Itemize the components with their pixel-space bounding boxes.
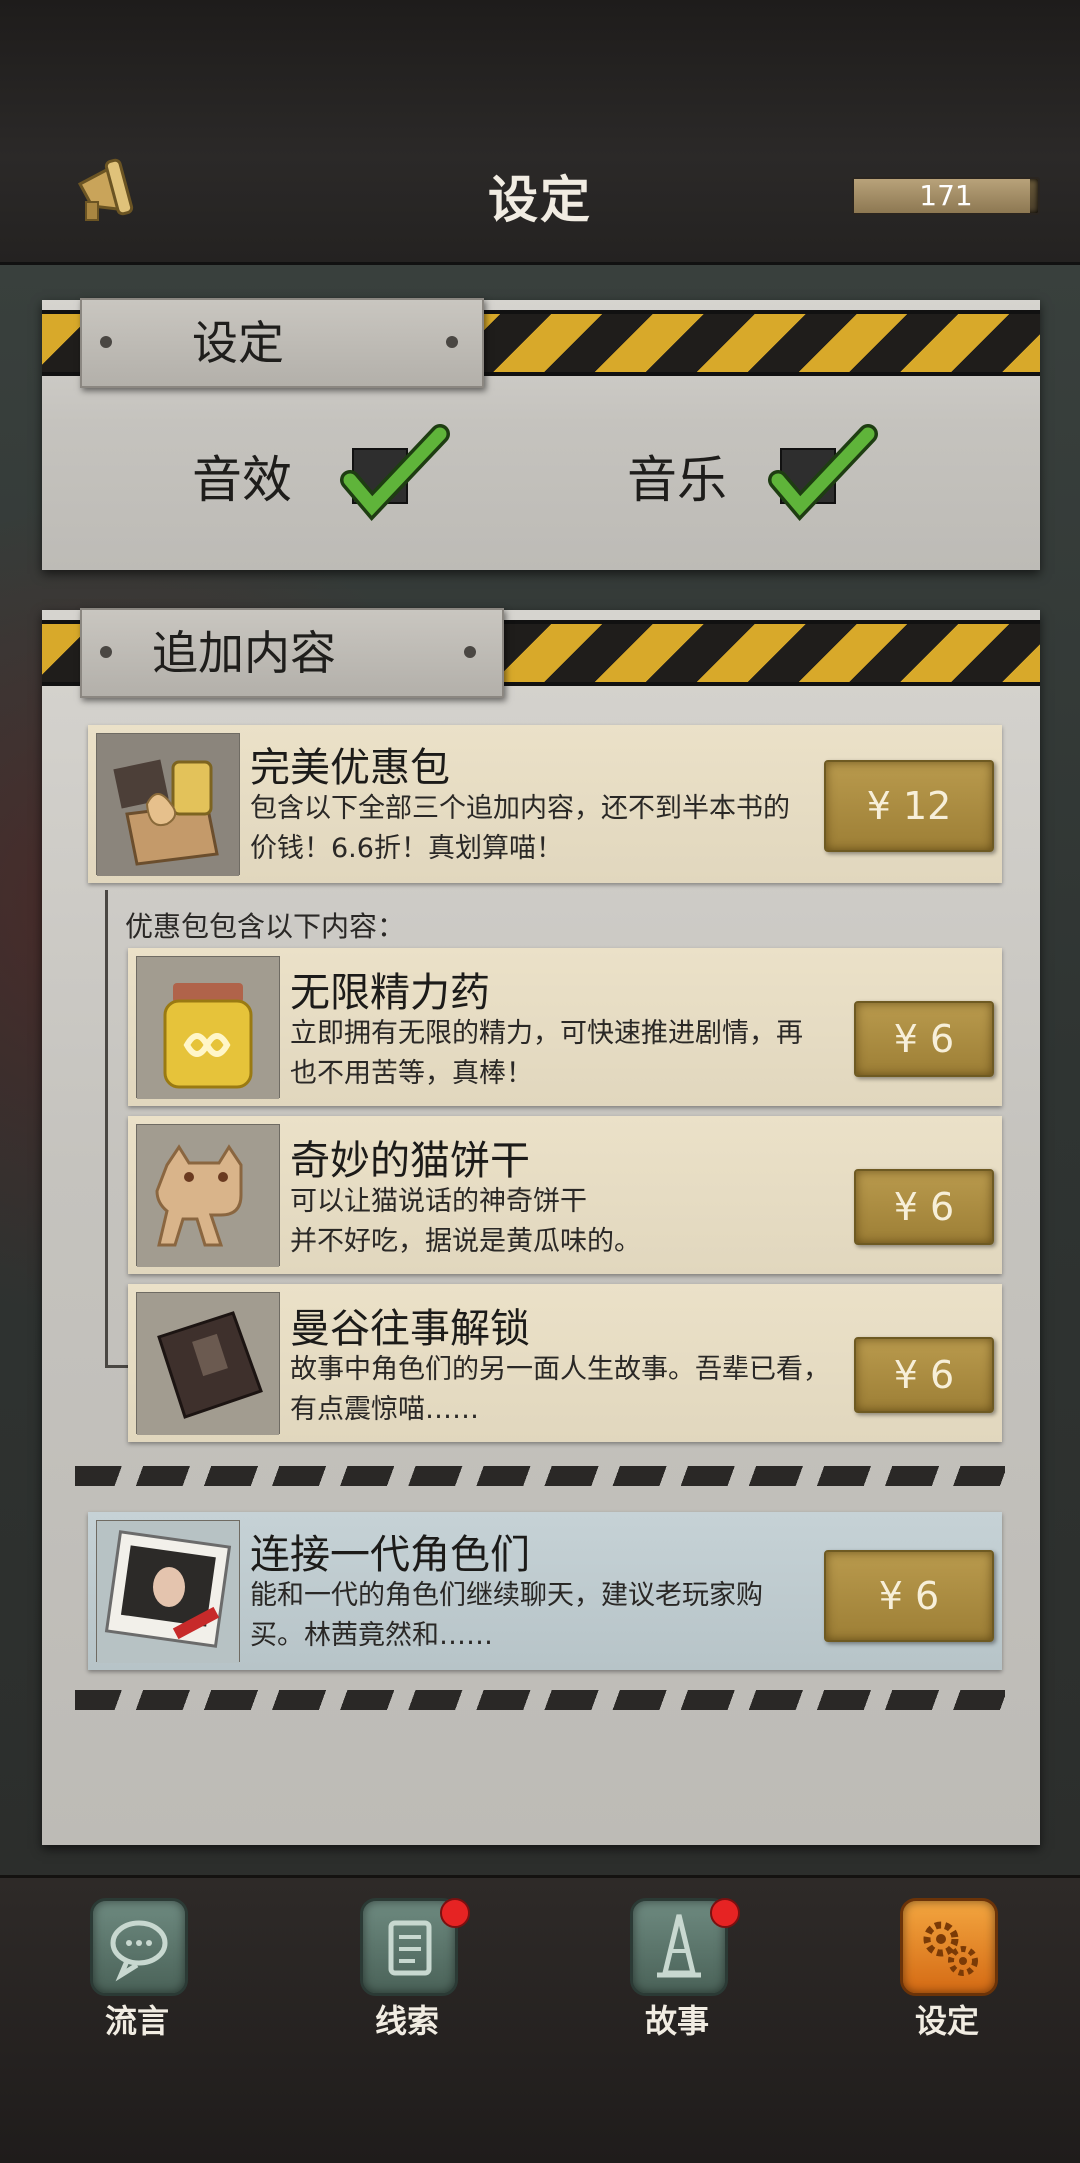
settings-panel: 设定 音效 音乐 xyxy=(42,298,1040,570)
bundle-card[interactable]: 完美优惠包 包含以下全部三个追加内容，还不到半本书的价钱！6.6折！真划算喵！ … xyxy=(88,725,1002,883)
connect-description: 能和一代的角色们继续聊天，建议老玩家购买。林茜竟然和…… xyxy=(250,1580,763,1651)
notification-badge xyxy=(710,1898,740,1928)
addon-item-energy-potion[interactable]: 无限精力药 立即拥有无限的精力，可快速推进剧情，再也不用苦等，真棒！ ¥ 6 xyxy=(128,948,1002,1106)
bundle-includes-label: 优惠包包含以下内容： xyxy=(125,910,406,943)
addon-description: 可以让猫说话的神奇饼干 并不好吃，据说是黄瓜味的。 xyxy=(290,1186,641,1257)
connect-title: 连接一代角色们 xyxy=(250,1532,530,1578)
currency-bar: 171 xyxy=(852,177,1040,215)
currency-count: 171 xyxy=(919,179,973,212)
music-label: 音乐 xyxy=(627,451,727,509)
cat-biscuit-image xyxy=(136,1124,280,1267)
addon-title: 曼谷往事解锁 xyxy=(290,1306,530,1352)
addon-price-button[interactable]: ¥ 6 xyxy=(854,1001,994,1077)
top-bar: 设定 171 xyxy=(0,0,1080,265)
nav-tab-settings[interactable]: 设定 xyxy=(862,1878,1032,2163)
story-book-image xyxy=(136,1292,280,1435)
music-checkbox[interactable] xyxy=(768,424,878,521)
addon-description: 立即拥有无限的精力，可快速推进剧情，再也不用苦等，真棒！ xyxy=(290,1018,803,1089)
nav-tab-rumors[interactable]: 流言 xyxy=(52,1878,222,2163)
connect-characters-card[interactable]: 连接一代角色们 能和一代的角色们继续聊天，建议老玩家购买。林茜竟然和…… ¥ 6 xyxy=(88,1512,1002,1670)
checkmark-icon xyxy=(768,424,878,521)
energy-potion-image xyxy=(136,956,280,1099)
addons-heading: 追加内容 xyxy=(152,626,336,680)
settings-header-tag: 设定 xyxy=(80,298,484,388)
checkmark-icon xyxy=(340,424,450,521)
divider xyxy=(75,1690,1005,1710)
notification-badge xyxy=(440,1898,470,1928)
addon-description: 故事中角色们的另一面人生故事。吾辈已看，有点震惊喵…… xyxy=(290,1354,830,1425)
sound-checkbox[interactable] xyxy=(340,424,450,521)
bundle-title: 完美优惠包 xyxy=(250,745,450,791)
bundle-image xyxy=(96,733,240,876)
addons-header-tag: 追加内容 xyxy=(80,608,504,698)
nav-tab-clues[interactable]: 线索 xyxy=(322,1878,492,2163)
bundle-price-button[interactable]: ¥ 12 xyxy=(824,760,994,852)
addon-price-button[interactable]: ¥ 6 xyxy=(854,1337,994,1413)
addon-item-cat-biscuit[interactable]: 奇妙的猫饼干 可以让猫说话的神奇饼干 并不好吃，据说是黄瓜味的。 ¥ 6 xyxy=(128,1116,1002,1274)
connect-price-button[interactable]: ¥ 6 xyxy=(824,1550,994,1642)
bottom-nav: 流言 线索 故事 设定 xyxy=(0,1875,1080,2163)
nav-label: 设定 xyxy=(914,2002,979,2040)
addon-item-bangkok-story[interactable]: 曼谷往事解锁 故事中角色们的另一面人生故事。吾辈已看，有点震惊喵…… ¥ 6 xyxy=(128,1284,1002,1442)
addon-title: 奇妙的猫饼干 xyxy=(290,1138,530,1184)
nav-tab-story[interactable]: 故事 xyxy=(592,1878,762,2163)
addon-price-button[interactable]: ¥ 6 xyxy=(854,1169,994,1245)
settings-heading: 设定 xyxy=(192,316,284,370)
character-photo-image xyxy=(96,1520,240,1663)
chat-bubble-icon xyxy=(90,1898,188,1996)
bundle-description: 包含以下全部三个追加内容，还不到半本书的价钱！6.6折！真划算喵！ xyxy=(250,793,790,864)
sound-label: 音效 xyxy=(192,451,292,509)
nav-label: 线索 xyxy=(374,2002,439,2040)
nav-label: 流言 xyxy=(104,2002,169,2040)
addon-title: 无限精力药 xyxy=(290,970,490,1016)
gear-icon xyxy=(900,1898,998,1996)
nav-label: 故事 xyxy=(644,2002,709,2040)
divider xyxy=(75,1466,1005,1486)
